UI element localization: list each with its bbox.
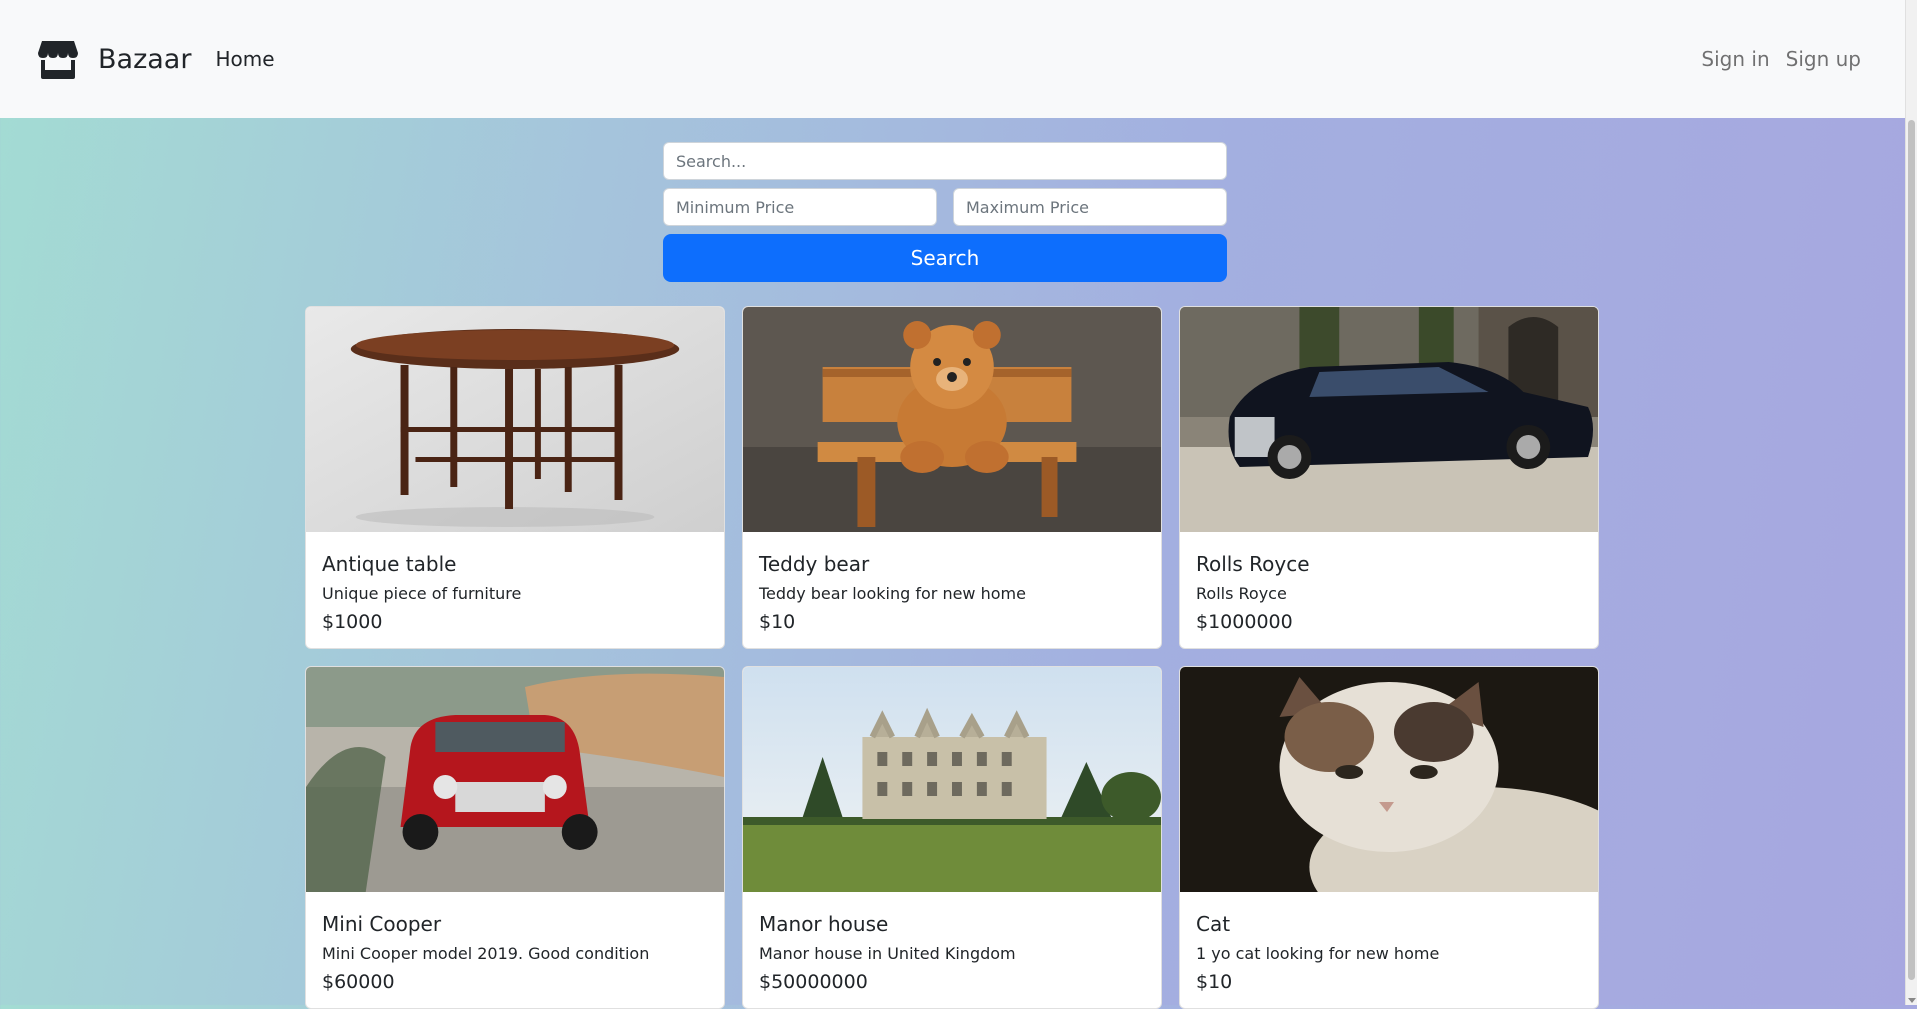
listing-price: $1000 <box>322 611 383 633</box>
manor-house-photo <box>743 667 1161 892</box>
listing-title: Teddy bear <box>759 552 870 576</box>
nav-home-link[interactable]: Home <box>215 47 274 71</box>
listing-card[interactable]: Teddy bear Teddy bear looking for new ho… <box>742 306 1162 649</box>
listing-price: $50000000 <box>759 971 868 993</box>
shop-icon <box>38 41 78 79</box>
card-body: Manor house Manor house in United Kingdo… <box>743 892 1161 993</box>
mini-cooper-photo <box>306 667 724 892</box>
card-body: Antique table Unique piece of furniture … <box>306 532 724 633</box>
card-body: Rolls Royce Rolls Royce $1000000 <box>1180 532 1598 633</box>
listing-price: $10 <box>759 611 796 633</box>
card-body: Teddy bear Teddy bear looking for new ho… <box>743 532 1161 633</box>
listing-card[interactable]: Antique table Unique piece of furniture … <box>305 306 725 649</box>
min-price-input[interactable] <box>663 188 937 226</box>
listing-description: Rolls Royce <box>1196 584 1287 603</box>
brand[interactable]: Bazaar <box>36 37 191 81</box>
listing-description: Manor house in United Kingdom <box>759 944 1016 963</box>
listing-card[interactable]: Cat 1 yo cat looking for new home $10 <box>1179 666 1599 1009</box>
listing-price: $10 <box>1196 971 1233 993</box>
card-body: Mini Cooper Mini Cooper model 2019. Good… <box>306 892 724 993</box>
rolls-royce-photo <box>1180 307 1598 532</box>
search-button[interactable]: Search <box>663 234 1227 282</box>
sign-up-link[interactable]: Sign up <box>1786 47 1861 71</box>
card-body: Cat 1 yo cat looking for new home $10 <box>1180 892 1598 993</box>
listing-title: Cat <box>1196 912 1231 936</box>
page-scrollbar[interactable] <box>1905 0 1917 1005</box>
listing-description: 1 yo cat looking for new home <box>1196 944 1440 963</box>
auth-links: Sign in Sign up <box>1701 47 1861 71</box>
listing-title: Manor house <box>759 912 889 936</box>
listing-grid: Antique table Unique piece of furniture … <box>305 306 1600 1009</box>
listing-title: Antique table <box>322 552 457 576</box>
search-form: Search <box>663 142 1227 282</box>
brand-name: Bazaar <box>98 43 192 75</box>
listing-description: Teddy bear looking for new home <box>759 584 1026 603</box>
navbar: Bazaar Home Sign in Sign up <box>0 0 1905 118</box>
listing-card[interactable]: Mini Cooper Mini Cooper model 2019. Good… <box>305 666 725 1009</box>
listing-price: $1000000 <box>1196 611 1293 633</box>
listing-price: $60000 <box>322 971 395 993</box>
listing-title: Rolls Royce <box>1196 552 1310 576</box>
listing-card[interactable]: Rolls Royce Rolls Royce $1000000 <box>1179 306 1599 649</box>
max-price-input[interactable] <box>953 188 1227 226</box>
price-filter-row <box>663 188 1227 226</box>
listing-title: Mini Cooper <box>322 912 442 936</box>
cat-photo <box>1180 667 1598 892</box>
teddy-bear-photo <box>743 307 1161 532</box>
scroll-down-arrow-icon[interactable] <box>1908 998 1916 1003</box>
listing-description: Mini Cooper model 2019. Good condition <box>322 944 650 963</box>
sign-in-link[interactable]: Sign in <box>1701 47 1769 71</box>
listing-card[interactable]: Manor house Manor house in United Kingdo… <box>742 666 1162 1009</box>
antique-table-photo <box>306 307 724 532</box>
search-input[interactable] <box>663 142 1227 180</box>
listing-description: Unique piece of furniture <box>322 584 522 603</box>
scrollbar-thumb[interactable] <box>1908 120 1915 980</box>
